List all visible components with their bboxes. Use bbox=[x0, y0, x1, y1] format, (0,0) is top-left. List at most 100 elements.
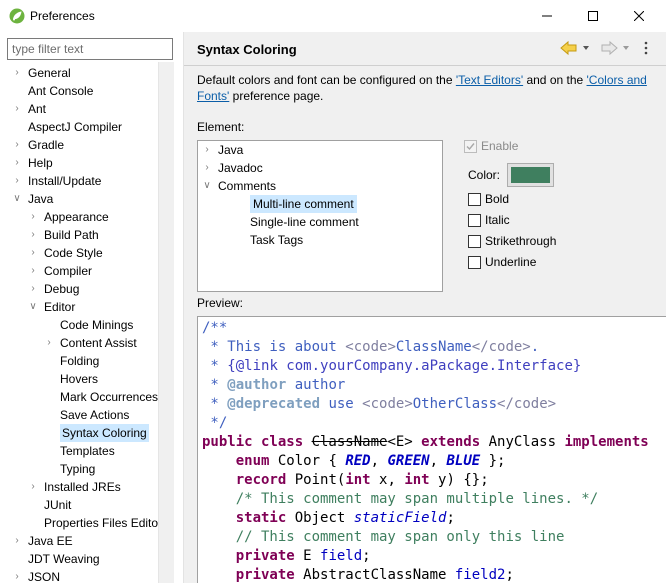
chevron-right-icon[interactable]: › bbox=[28, 262, 38, 280]
strikethrough-checkbox-row[interactable]: Strikethrough bbox=[468, 234, 556, 248]
code-token: staticField bbox=[353, 510, 447, 526]
tree-item[interactable]: › General bbox=[12, 64, 70, 82]
code-token: use bbox=[320, 396, 363, 412]
italic-checkbox[interactable] bbox=[468, 213, 481, 227]
tree-item[interactable]: › Code Style bbox=[28, 244, 102, 262]
maximize-button[interactable] bbox=[570, 4, 616, 28]
tree-item[interactable]: ∨ Editor bbox=[28, 298, 75, 316]
tree-item[interactable]: › Build Path bbox=[28, 226, 98, 244]
tree-item[interactable]: Hovers bbox=[44, 370, 98, 388]
code-token: AbstractClassName bbox=[303, 567, 455, 583]
chevron-right-icon[interactable]: › bbox=[12, 136, 22, 154]
tree-item[interactable]: › Compiler bbox=[28, 262, 92, 280]
element-tree[interactable]: › Java › Javadoc ∨ Comments Multi-line comment… bbox=[197, 140, 443, 292]
tree-item[interactable]: Ant Console bbox=[12, 82, 93, 100]
tree-item-label: Compiler bbox=[44, 264, 93, 278]
preview-editor[interactable]: /** * This is about <code>ClassName</cod… bbox=[197, 316, 666, 583]
tree-item-label: Hovers bbox=[60, 372, 99, 386]
chevron-right-icon[interactable]: › bbox=[44, 334, 54, 352]
view-menu-icon[interactable] bbox=[640, 40, 652, 56]
description-text-mid: and on the bbox=[523, 73, 587, 87]
tree-item[interactable]: Folding bbox=[44, 352, 99, 370]
chevron-right-icon[interactable]: › bbox=[28, 226, 38, 244]
element-item[interactable]: ∨ Comments bbox=[202, 177, 276, 195]
code-token: ClassName bbox=[395, 339, 472, 355]
chevron-right-icon[interactable]: › bbox=[28, 478, 38, 496]
tree-item[interactable]: Typing bbox=[44, 460, 95, 478]
tree-item[interactable]: Mark Occurrences bbox=[44, 388, 158, 406]
color-picker-button[interactable] bbox=[507, 163, 555, 187]
code-token: ; bbox=[505, 567, 514, 583]
tree-item[interactable]: Properties Files Edito bbox=[28, 514, 158, 532]
tree-item[interactable]: Save Actions bbox=[44, 406, 129, 424]
code-token: ; bbox=[446, 510, 455, 526]
element-item[interactable]: › Java bbox=[202, 141, 243, 159]
enable-checkbox-row[interactable]: Enable bbox=[464, 139, 518, 153]
chevron-right-icon[interactable]: › bbox=[202, 159, 212, 177]
element-item[interactable]: Single-line comment bbox=[234, 213, 359, 231]
chevron-down-icon[interactable]: ∨ bbox=[28, 298, 38, 316]
tree-scrollbar[interactable] bbox=[158, 62, 174, 583]
chevron-right-icon[interactable]: › bbox=[12, 154, 22, 172]
tree-item[interactable]: › Content Assist bbox=[44, 334, 136, 352]
bold-checkbox-row[interactable]: Bold bbox=[468, 192, 509, 206]
text-editors-link[interactable]: 'Text Editors' bbox=[456, 73, 523, 87]
chevron-down-icon[interactable]: ∨ bbox=[202, 177, 212, 195]
forward-arrow-icon[interactable] bbox=[600, 40, 618, 56]
tree-item[interactable]: JDT Weaving bbox=[12, 550, 100, 568]
tree-item[interactable]: Syntax Coloring bbox=[44, 424, 149, 442]
code-token: <E> bbox=[387, 434, 422, 450]
element-item-label: Javadoc bbox=[218, 161, 263, 175]
underline-checkbox-row[interactable]: Underline bbox=[468, 255, 536, 269]
tree-item[interactable]: › Debug bbox=[28, 280, 79, 298]
chevron-right-icon[interactable]: › bbox=[12, 172, 22, 190]
preview-code: /** * This is about <code>ClassName</cod… bbox=[202, 319, 649, 583]
tree-item[interactable]: ∨ Java bbox=[12, 190, 53, 208]
code-line: private E field; bbox=[202, 547, 649, 566]
element-item[interactable]: › Javadoc bbox=[202, 159, 263, 177]
element-item[interactable]: Multi-line comment bbox=[234, 195, 357, 213]
tree-item[interactable]: › Java EE bbox=[12, 532, 72, 550]
bold-label: Bold bbox=[485, 192, 510, 206]
chevron-down-icon[interactable]: ∨ bbox=[12, 190, 22, 208]
chevron-right-icon[interactable]: › bbox=[12, 100, 22, 118]
chevron-right-icon[interactable]: › bbox=[12, 532, 22, 550]
tree-item[interactable]: Templates bbox=[44, 442, 115, 460]
element-item-label: Task Tags bbox=[250, 233, 304, 247]
code-token: */ bbox=[202, 415, 228, 431]
filter-input[interactable] bbox=[7, 38, 173, 60]
element-item[interactable]: Task Tags bbox=[234, 231, 303, 249]
tree-item[interactable]: › Install/Update bbox=[12, 172, 101, 190]
strikethrough-checkbox[interactable] bbox=[468, 234, 481, 248]
enable-checkbox[interactable] bbox=[464, 139, 477, 153]
chevron-right-icon[interactable]: › bbox=[12, 568, 22, 583]
tree-item[interactable]: › JSON bbox=[12, 568, 60, 583]
chevron-right-icon[interactable]: › bbox=[28, 244, 38, 262]
chevron-right-icon[interactable]: › bbox=[28, 280, 38, 298]
code-token: private bbox=[235, 567, 304, 583]
forward-menu-chevron-icon[interactable] bbox=[622, 40, 630, 56]
tree-item[interactable]: › Ant bbox=[12, 100, 46, 118]
chevron-right-icon[interactable]: › bbox=[202, 141, 212, 159]
code-line: */ bbox=[202, 414, 649, 433]
chevron-right-icon[interactable]: › bbox=[12, 64, 22, 82]
page-title: Syntax Coloring bbox=[197, 42, 297, 57]
minimize-button[interactable] bbox=[524, 4, 570, 28]
tree-item[interactable]: Code Minings bbox=[44, 316, 133, 334]
close-button[interactable] bbox=[616, 4, 662, 28]
tree-item[interactable]: › Installed JREs bbox=[28, 478, 120, 496]
tree-item[interactable]: › Help bbox=[12, 154, 52, 172]
underline-checkbox[interactable] bbox=[468, 255, 481, 269]
chevron-right-icon[interactable]: › bbox=[28, 208, 38, 226]
italic-checkbox-row[interactable]: Italic bbox=[468, 213, 510, 227]
code-line: /* This comment may span multiple lines.… bbox=[202, 490, 649, 509]
tree-item[interactable]: AspectJ Compiler bbox=[12, 118, 122, 136]
tree-item[interactable]: › Appearance bbox=[28, 208, 108, 226]
tree-item[interactable]: › Gradle bbox=[12, 136, 64, 154]
bold-checkbox[interactable] bbox=[468, 192, 481, 206]
back-menu-chevron-icon[interactable] bbox=[582, 40, 590, 56]
strikethrough-label: Strikethrough bbox=[485, 234, 557, 248]
back-arrow-icon[interactable] bbox=[560, 40, 578, 56]
tree-item[interactable]: JUnit bbox=[28, 496, 71, 514]
